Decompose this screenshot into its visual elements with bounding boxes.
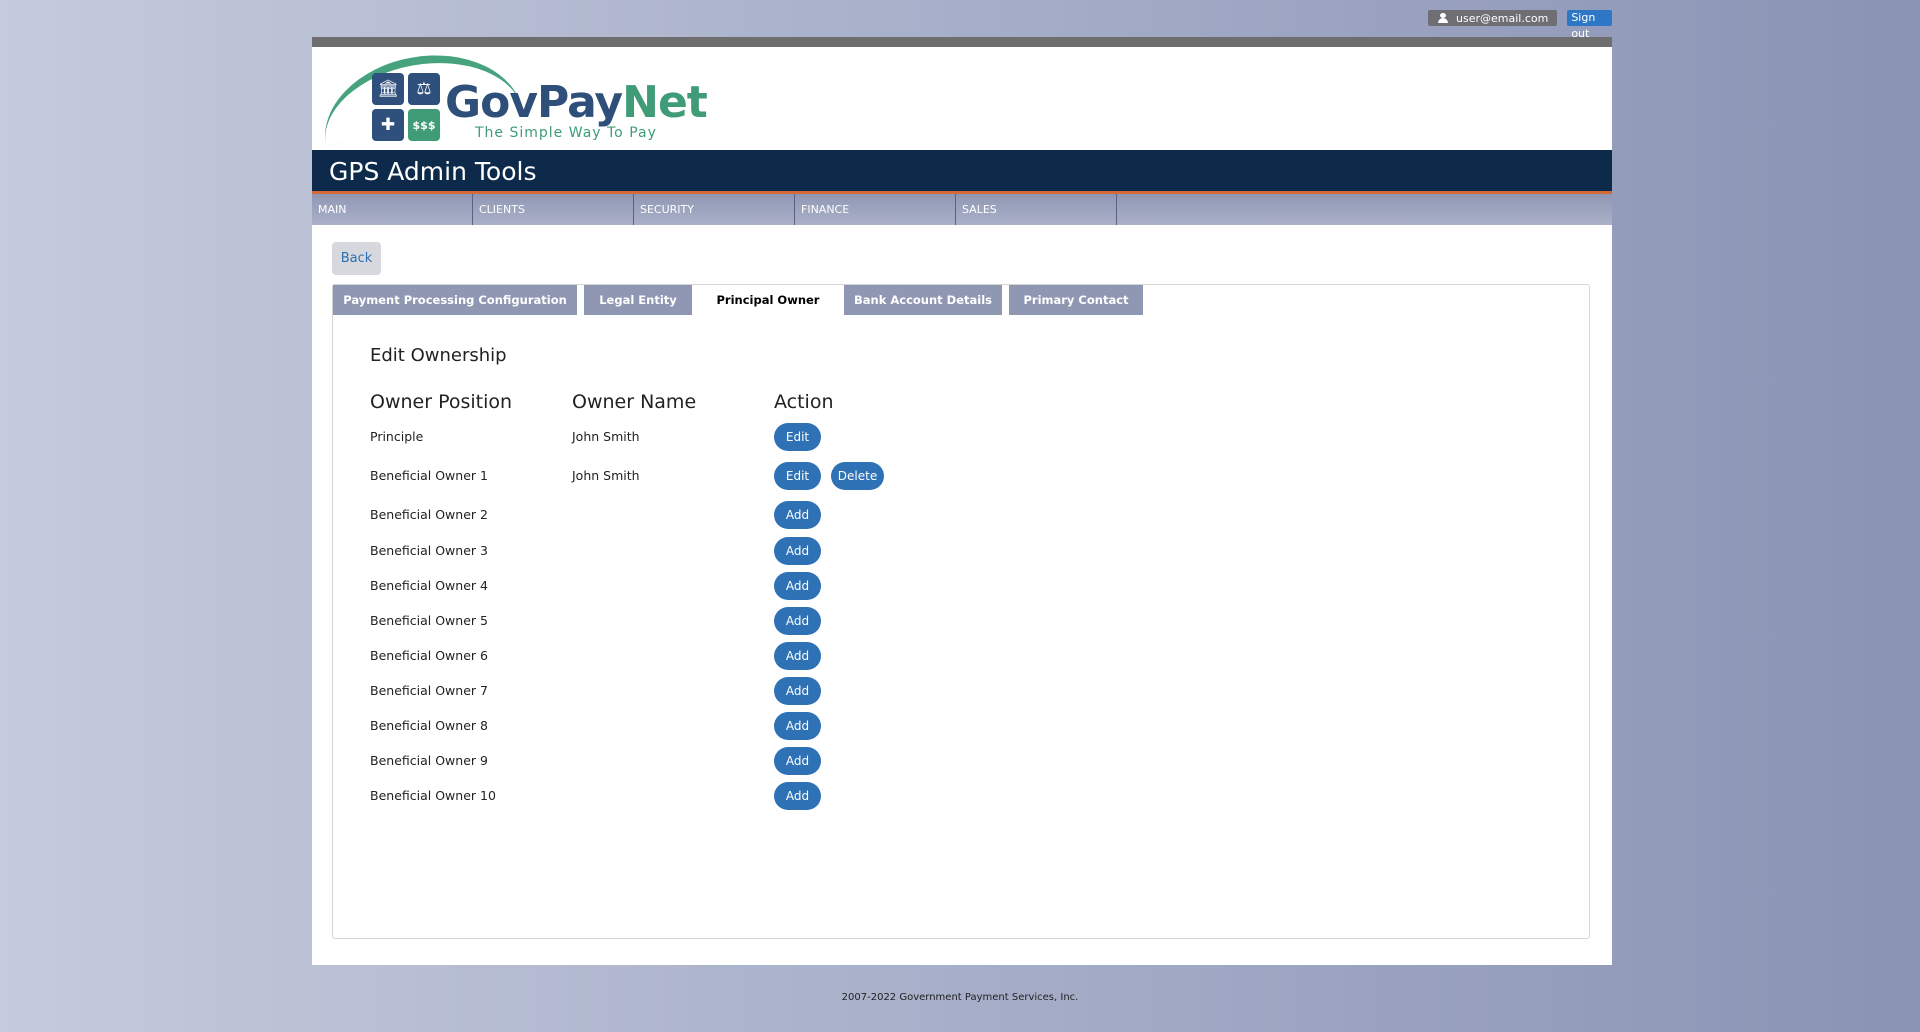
main-page: 🏛 ⚖ ✚ $$$ GovPayNet The Simple Way To Pa… [312,37,1612,965]
add-button[interactable]: Add [774,572,821,600]
add-button[interactable]: Add [774,537,821,565]
brand-name-part2: Net [622,77,708,128]
logo-icon-grid: 🏛 ⚖ ✚ $$$ [372,73,440,141]
owner-row-beneficial-1: Beneficial Owner 1 John Smith Edit Delet… [370,462,970,490]
owner-position: Beneficial Owner 6 [370,648,488,663]
nav-finance[interactable]: FINANCE [795,194,956,225]
nav-security[interactable]: SECURITY [634,194,795,225]
add-button[interactable]: Add [774,712,821,740]
column-action: Action [774,391,834,413]
column-owner-name: Owner Name [572,391,697,413]
owner-position: Beneficial Owner 9 [370,753,488,768]
owner-row-beneficial-9: Beneficial Owner 9 Add [370,747,970,775]
add-button[interactable]: Add [774,782,821,810]
money-icon: $$$ [408,109,440,141]
owner-position: Beneficial Owner 10 [370,788,496,803]
owner-row-beneficial-3: Beneficial Owner 3 Add [370,537,970,565]
owner-position: Beneficial Owner 7 [370,683,488,698]
ownership-panel: Payment Processing Configuration Legal E… [332,284,1590,939]
add-button[interactable]: Add [774,642,821,670]
main-nav: MAIN CLIENTS SECURITY FINANCE SALES [312,194,1612,225]
column-owner-position: Owner Position [370,391,513,413]
section-title: Edit Ownership [370,345,507,366]
owner-row-beneficial-10: Beneficial Owner 10 Add [370,782,970,810]
brand: GovPayNet The Simple Way To Pay [445,81,708,142]
nav-sales[interactable]: SALES [956,194,1117,225]
owner-position: Principle [370,429,424,444]
add-button[interactable]: Add [774,677,821,705]
nav-clients[interactable]: CLIENTS [473,194,634,225]
user-bar: user@email.com Sign out [1428,10,1612,40]
nav-main[interactable]: MAIN [312,194,473,225]
owner-row-beneficial-2: Beneficial Owner 2 Add [370,501,970,529]
owner-position: Beneficial Owner 4 [370,578,488,593]
sign-out-link[interactable]: Sign out [1567,10,1612,40]
owner-row-beneficial-4: Beneficial Owner 4 Add [370,572,970,600]
user-email: user@email.com [1456,11,1549,25]
bank-icon: 🏛 [372,73,404,105]
edit-button[interactable]: Edit [774,423,821,451]
owner-position: Beneficial Owner 5 [370,613,488,628]
owner-row-beneficial-7: Beneficial Owner 7 Add [370,677,970,705]
tab-primary-contact[interactable]: Primary Contact [1009,285,1143,315]
owner-name: John Smith [572,429,640,444]
owner-row-beneficial-5: Beneficial Owner 5 Add [370,607,970,635]
owner-row-beneficial-6: Beneficial Owner 6 Add [370,642,970,670]
stethoscope-icon: ✚ [372,109,404,141]
footer-copyright: 2007-2022 Government Payment Services, I… [841,992,1079,1003]
brand-name-part1: GovPay [445,77,623,128]
owner-row-principle: Principle John Smith Edit [370,423,970,451]
owner-position: Beneficial Owner 2 [370,507,488,522]
owner-position: Beneficial Owner 1 [370,468,488,483]
tab-bank-account-details[interactable]: Bank Account Details [844,285,1002,315]
owner-name: John Smith [572,468,640,483]
brand-name: GovPayNet [445,81,708,125]
owner-position: Beneficial Owner 3 [370,543,488,558]
tab-payment-processing-configuration[interactable]: Payment Processing Configuration [333,285,577,315]
owner-position: Beneficial Owner 8 [370,718,488,733]
tab-principal-owner[interactable]: Principal Owner [699,285,837,315]
owner-row-beneficial-8: Beneficial Owner 8 Add [370,712,970,740]
ownership-content: Edit Ownership Owner Position Owner Name… [370,345,884,810]
delete-button[interactable]: Delete [831,462,884,490]
tab-bar: Payment Processing Configuration Legal E… [333,285,1150,315]
gavel-icon: ⚖ [408,73,440,105]
top-strip [312,37,1612,47]
edit-button[interactable]: Edit [774,462,821,490]
title-bar: GPS Admin Tools [312,150,1612,194]
page-title: GPS Admin Tools [329,157,537,186]
tab-legal-entity[interactable]: Legal Entity [584,285,692,315]
add-button[interactable]: Add [774,501,821,529]
user-account[interactable]: user@email.com [1428,10,1558,26]
back-button[interactable]: Back [332,242,381,275]
user-icon [1437,13,1449,23]
add-button[interactable]: Add [774,607,821,635]
add-button[interactable]: Add [774,747,821,775]
